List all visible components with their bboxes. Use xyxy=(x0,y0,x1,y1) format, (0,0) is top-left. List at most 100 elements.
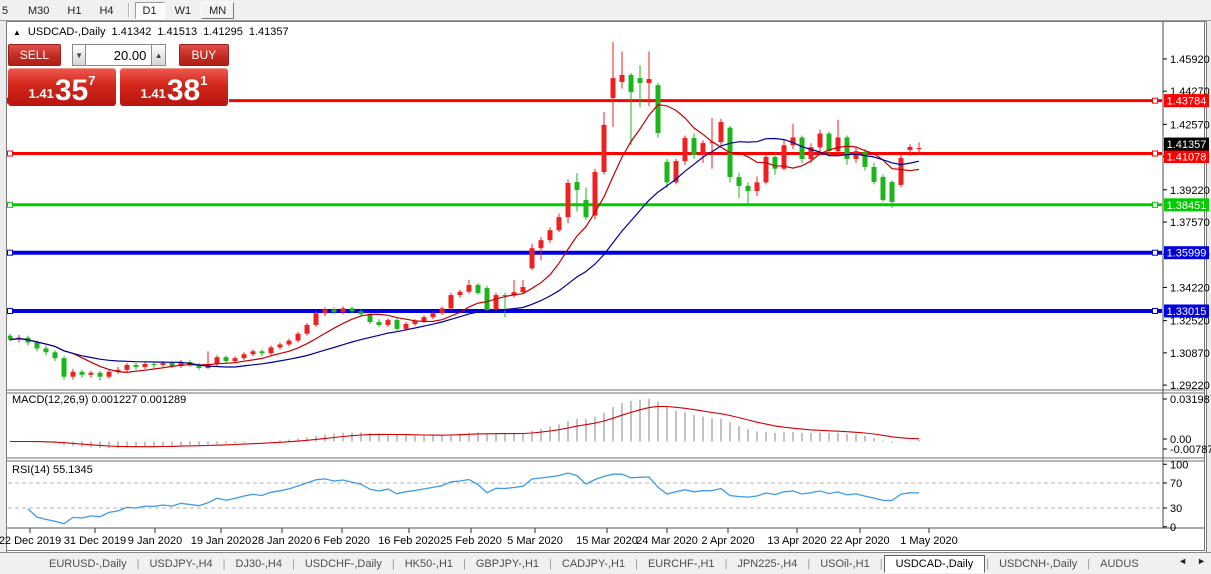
rsi-axis-label: 70 xyxy=(1170,478,1182,490)
buy-price-pip: 1 xyxy=(200,73,207,88)
candle-body xyxy=(908,147,913,150)
candle-body xyxy=(62,358,67,377)
buy-button[interactable]: BUY xyxy=(179,44,229,66)
price-badge-label: 1.43784 xyxy=(1167,96,1207,108)
volume-input[interactable] xyxy=(86,44,151,66)
date-label: 28 Jan 2020 xyxy=(252,535,313,547)
candle-body xyxy=(737,177,742,186)
buy-price-tile[interactable]: 1.41 38 1 xyxy=(120,68,228,106)
date-label: 19 Jan 2020 xyxy=(191,535,252,547)
date-label: 1 May 2020 xyxy=(900,535,957,547)
tab-scroll-right-icon[interactable]: ► xyxy=(1197,556,1206,566)
tab-usdjpy-h4[interactable]: USDJPY-,H4 xyxy=(140,555,221,573)
volume-increase-button[interactable]: ▲ xyxy=(151,44,165,66)
candle-body xyxy=(764,157,769,182)
date-label: 6 Feb 2020 xyxy=(314,535,370,547)
candle-body xyxy=(800,137,805,158)
price-tick-label: 1.42570 xyxy=(1170,119,1210,131)
candle-body xyxy=(521,287,526,292)
collapse-triangle-icon[interactable]: ▲ xyxy=(13,28,21,37)
chart-title-bar: ▲ USDCAD-,Daily 1.41342 1.41513 1.41295 … xyxy=(13,26,289,38)
candle-body xyxy=(827,134,832,152)
price-badge-label: 1.33015 xyxy=(1167,306,1207,318)
tab-audus[interactable]: AUDUS xyxy=(1091,555,1148,573)
candle-body xyxy=(431,313,436,317)
candle-body xyxy=(773,157,778,169)
price-badge-label: 1.41357 xyxy=(1167,139,1207,151)
candle-body xyxy=(44,348,49,352)
date-label: 9 Jan 2020 xyxy=(128,535,182,547)
candle-body xyxy=(314,313,319,325)
trade-prices-row: 1.41 35 7 1.41 38 1 xyxy=(8,68,229,106)
candle-body xyxy=(719,122,724,142)
candle-body xyxy=(251,351,256,354)
tab-hk50-h1[interactable]: HK50-,H1 xyxy=(396,555,462,573)
candle-body xyxy=(683,138,688,161)
candle-body xyxy=(107,372,112,377)
level-line-handle xyxy=(8,250,13,255)
sell-price-pip: 7 xyxy=(88,73,95,88)
quote-low: 1.41295 xyxy=(203,26,243,38)
price-tick-label: 1.30870 xyxy=(1170,348,1210,360)
candle-body xyxy=(917,148,922,149)
tab-usdchf-daily[interactable]: USDCHF-,Daily xyxy=(296,555,391,573)
candle-body xyxy=(485,288,490,310)
candle-body xyxy=(602,125,607,172)
price-tick-label: 1.37570 xyxy=(1170,217,1210,229)
candle-body xyxy=(341,308,346,312)
candle-body xyxy=(863,152,868,167)
tab-cadjpy-h1[interactable]: CADJPY-,H1 xyxy=(553,555,634,573)
candle-body xyxy=(611,78,616,98)
level-line-handle xyxy=(1153,308,1158,313)
tab-dj30-h4[interactable]: DJ30-,H4 xyxy=(227,555,291,573)
candle-body xyxy=(620,75,625,82)
tab-usdcnh-daily[interactable]: USDCNH-,Daily xyxy=(990,555,1086,573)
candle-body xyxy=(638,78,643,83)
tab-usdcad-daily[interactable]: USDCAD-,Daily xyxy=(884,555,986,573)
candle-body xyxy=(467,285,472,292)
tab-scroll-arrows: ◄ ► xyxy=(1178,556,1206,566)
level-line-handle xyxy=(1153,202,1158,207)
trading-platform: 5M30H1H4D1W1MN 1.459201.442701.425701.40… xyxy=(0,0,1211,574)
quote-open: 1.41342 xyxy=(112,26,152,38)
candle-body xyxy=(287,341,292,345)
tab-gbpjpy-h1[interactable]: GBPJPY-,H1 xyxy=(467,555,548,573)
candle-body xyxy=(836,137,841,151)
candle-body xyxy=(818,134,823,148)
date-label: 22 Apr 2020 xyxy=(830,535,889,547)
sell-button[interactable]: SELL xyxy=(8,44,61,66)
buy-price-big: 38 xyxy=(167,77,200,104)
candle-body xyxy=(98,373,103,377)
volume-decrease-button[interactable]: ▼ xyxy=(72,44,86,66)
price-tick-label: 1.39220 xyxy=(1170,185,1210,197)
candle-body xyxy=(458,292,463,295)
date-label: 22 Dec 2019 xyxy=(0,535,61,547)
date-label: 2 Apr 2020 xyxy=(701,535,754,547)
price-badge-label: 1.35999 xyxy=(1167,248,1207,260)
sell-price-tile[interactable]: 1.41 35 7 xyxy=(8,68,116,106)
tab-usoil-h1[interactable]: USOil-,H1 xyxy=(811,555,879,573)
price-tick-label: 1.34220 xyxy=(1170,282,1210,294)
price-tick-label: 1.45920 xyxy=(1170,54,1210,66)
tab-scroll-left-icon[interactable]: ◄ xyxy=(1178,556,1187,566)
date-label: 25 Feb 2020 xyxy=(440,535,502,547)
candle-body xyxy=(89,373,94,375)
price-badge-label: 1.38451 xyxy=(1167,200,1207,212)
candle-body xyxy=(692,138,697,155)
candle-body xyxy=(170,363,175,366)
candle-body xyxy=(701,143,706,155)
candle-body xyxy=(665,162,670,182)
candle-body xyxy=(53,352,58,358)
candle-body xyxy=(80,372,85,375)
date-label: 15 Mar 2020 xyxy=(576,535,638,547)
candle-body xyxy=(422,317,427,321)
rsi-indicator-label: RSI(14) 55.1345 xyxy=(12,464,93,476)
date-label: 13 Apr 2020 xyxy=(767,535,826,547)
macd-axis-label: 0.031987 xyxy=(1170,394,1211,406)
candle-body xyxy=(143,364,148,367)
candle-body xyxy=(332,309,337,312)
tab-eurchf-h1[interactable]: EURCHF-,H1 xyxy=(639,555,724,573)
buy-price-prefix: 1.41 xyxy=(141,86,166,101)
tab-jpn225-h4[interactable]: JPN225-,H4 xyxy=(728,555,806,573)
tab-eurusd-daily[interactable]: EURUSD-,Daily xyxy=(40,555,136,573)
